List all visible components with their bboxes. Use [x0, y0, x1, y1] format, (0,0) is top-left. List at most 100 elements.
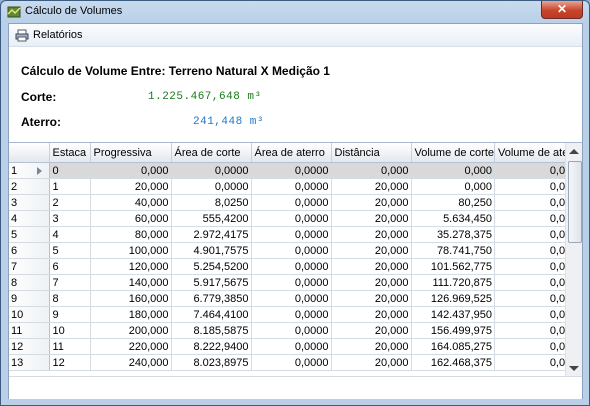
table-row[interactable]: 4 3 60,000 555,4200 0,0000 20,000 5.634,450 0,0… — [9, 210, 581, 227]
table-cell[interactable]: 12 — [49, 354, 91, 371]
table-cell[interactable]: 7.464,4100 — [171, 306, 252, 323]
table-cell[interactable]: 2.972,4175 — [171, 226, 252, 243]
table-cell[interactable]: 0,0000 — [251, 258, 332, 275]
table-cell[interactable]: 11 — [49, 338, 91, 355]
table-cell[interactable]: 8.222,9400 — [171, 338, 252, 355]
table-row[interactable]: 11 10 200,000 8.185,5875 0,0000 20,000 156.499… — [9, 322, 581, 339]
table-cell[interactable]: 20,000 — [331, 178, 412, 195]
table-row[interactable]: 9 8 160,000 6.779,3850 0,0000 20,000 126.969,5… — [9, 290, 581, 307]
table-cell[interactable]: 78.741,750 — [411, 242, 495, 259]
table-cell[interactable]: 180,000 — [90, 306, 172, 323]
table-cell[interactable]: 40,000 — [90, 194, 172, 211]
table-row[interactable]: 8 7 140,000 5.917,5675 0,0000 20,000 111.720,8… — [9, 274, 581, 291]
table-cell[interactable]: 20,000 — [331, 210, 412, 227]
row-number[interactable]: 7 — [9, 258, 50, 275]
table-cell[interactable]: 220,000 — [90, 338, 172, 355]
table-cell[interactable]: 20,000 — [331, 274, 412, 291]
table-cell[interactable]: 162.468,375 — [411, 354, 495, 371]
table-cell[interactable]: 164.085,275 — [411, 338, 495, 355]
table-row[interactable]: 12 11 220,000 8.222,9400 0,0000 20,000 164.085… — [9, 338, 581, 355]
table-cell[interactable]: 20,000 — [331, 338, 412, 355]
table-cell[interactable]: 142.437,950 — [411, 306, 495, 323]
row-number[interactable]: 6 — [9, 242, 50, 259]
table-cell[interactable]: 20,000 — [331, 290, 412, 307]
row-number[interactable]: 3 — [9, 194, 50, 211]
table-cell[interactable]: 101.562,775 — [411, 258, 495, 275]
column-header[interactable]: Volume de corte — [411, 143, 495, 163]
table-cell[interactable]: 5.254,5200 — [171, 258, 252, 275]
table-cell[interactable]: 20,000 — [331, 194, 412, 211]
table-cell[interactable]: 20,000 — [331, 306, 412, 323]
column-header[interactable]: Progressiva — [90, 143, 172, 163]
row-number[interactable]: 12 — [9, 338, 50, 355]
volumes-grid[interactable]: Estaca Progressiva Área de corte Área de at… — [9, 142, 582, 377]
table-cell[interactable]: 126.969,525 — [411, 290, 495, 307]
table-cell[interactable]: 0,000 — [90, 162, 172, 179]
table-cell[interactable]: 0,0000 — [251, 194, 332, 211]
table-cell[interactable]: 6 — [49, 258, 91, 275]
row-number[interactable]: 2 — [9, 178, 50, 195]
table-row[interactable]: 5 4 80,000 2.972,4175 0,0000 20,000 35.278,375… — [9, 226, 581, 243]
table-cell[interactable]: 140,000 — [90, 274, 172, 291]
table-cell[interactable]: 0,0000 — [171, 162, 252, 179]
table-cell[interactable]: 20,000 — [331, 242, 412, 259]
table-cell[interactable]: 8,0250 — [171, 194, 252, 211]
table-cell[interactable]: 5.634,450 — [411, 210, 495, 227]
table-cell[interactable]: 0,0000 — [171, 178, 252, 195]
table-cell[interactable]: 160,000 — [90, 290, 172, 307]
column-header[interactable]: Estaca — [49, 143, 91, 163]
scroll-down-icon[interactable] — [569, 366, 579, 371]
table-cell[interactable]: 20,000 — [331, 354, 412, 371]
row-number[interactable]: 9 — [9, 290, 50, 307]
table-cell[interactable]: 2 — [49, 194, 91, 211]
table-row[interactable]: 10 9 180,000 7.464,4100 0,0000 20,000 142.437,… — [9, 306, 581, 323]
close-button[interactable]: ✕ — [541, 1, 583, 19]
table-cell[interactable]: 20,000 — [331, 258, 412, 275]
table-cell[interactable]: 0 — [49, 162, 91, 179]
table-row[interactable]: 1 0 0,000 0,0000 0,0000 0,000 0,000 0,000 — [9, 162, 581, 179]
table-cell[interactable]: 0,0000 — [251, 178, 332, 195]
table-row[interactable]: 6 5 100,000 4.901,7575 0,0000 20,000 78.741,75… — [9, 242, 581, 259]
table-cell[interactable]: 0,0000 — [251, 290, 332, 307]
table-row[interactable]: 3 2 40,000 8,0250 0,0000 20,000 80,250 0,000 — [9, 194, 581, 211]
table-cell[interactable]: 0,000 — [411, 178, 495, 195]
row-number[interactable]: 13 — [9, 354, 50, 371]
row-number[interactable]: 5 — [9, 226, 50, 243]
table-cell[interactable]: 9 — [49, 306, 91, 323]
table-cell[interactable]: 0,0000 — [251, 354, 332, 371]
table-row[interactable]: 7 6 120,000 5.254,5200 0,0000 20,000 101.562,7… — [9, 258, 581, 275]
row-number[interactable]: 4 — [9, 210, 50, 227]
table-cell[interactable]: 8 — [49, 290, 91, 307]
column-header[interactable]: Distância — [331, 143, 412, 163]
table-cell[interactable]: 111.720,875 — [411, 274, 495, 291]
table-cell[interactable]: 7 — [49, 274, 91, 291]
table-cell[interactable]: 555,4200 — [171, 210, 252, 227]
row-number[interactable]: 8 — [9, 274, 50, 291]
table-cell[interactable]: 0,000 — [331, 162, 412, 179]
table-cell[interactable]: 20,000 — [331, 226, 412, 243]
table-cell[interactable]: 5.917,5675 — [171, 274, 252, 291]
table-cell[interactable]: 200,000 — [90, 322, 172, 339]
table-row[interactable]: 13 12 240,000 8.023,8975 0,0000 20,000 162.468… — [9, 354, 581, 371]
table-cell[interactable]: 0,0000 — [251, 338, 332, 355]
table-row[interactable]: 2 1 20,000 0,0000 0,0000 20,000 0,000 0,000 — [9, 178, 581, 195]
scroll-thumb[interactable] — [568, 161, 582, 243]
table-cell[interactable]: 100,000 — [90, 242, 172, 259]
table-cell[interactable]: 0,0000 — [251, 162, 332, 179]
table-cell[interactable]: 5 — [49, 242, 91, 259]
table-cell[interactable]: 60,000 — [90, 210, 172, 227]
row-number[interactable]: 11 — [9, 322, 50, 339]
table-cell[interactable]: 4 — [49, 226, 91, 243]
table-cell[interactable]: 0,0000 — [251, 322, 332, 339]
table-cell[interactable]: 156.499,975 — [411, 322, 495, 339]
table-cell[interactable]: 0,0000 — [251, 210, 332, 227]
table-cell[interactable]: 20,000 — [331, 322, 412, 339]
table-cell[interactable]: 4.901,7575 — [171, 242, 252, 259]
column-header[interactable]: Área de corte — [171, 143, 252, 163]
row-number[interactable]: 10 — [9, 306, 50, 323]
table-cell[interactable]: 20,000 — [90, 178, 172, 195]
table-cell[interactable]: 0,0000 — [251, 242, 332, 259]
table-cell[interactable]: 8.185,5875 — [171, 322, 252, 339]
scroll-up-icon[interactable] — [569, 149, 579, 154]
table-cell[interactable]: 10 — [49, 322, 91, 339]
